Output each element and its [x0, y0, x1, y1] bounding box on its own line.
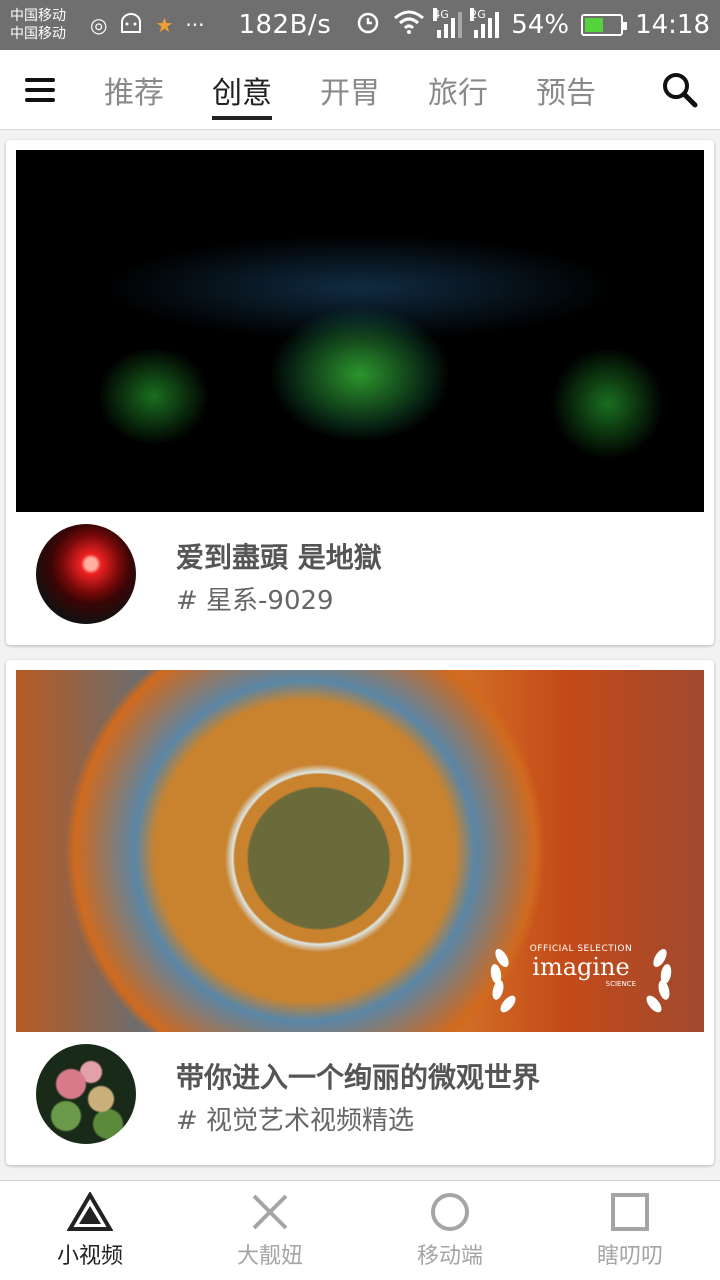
bottom-nav-item-short-video[interactable]: 小视频: [0, 1181, 180, 1280]
video-card[interactable]: 爱到盡頭 是地獄 # 星系-9029: [6, 140, 714, 645]
square-icon: [611, 1192, 649, 1231]
wifi-icon: [393, 10, 425, 41]
search-icon[interactable]: [640, 50, 720, 130]
category-tabs: 推荐 创意 开胃 旅行 预告: [80, 62, 640, 120]
video-tag[interactable]: # 星系-9029: [176, 580, 334, 617]
bottom-nav-label: 移动端: [416, 1243, 483, 1269]
video-card[interactable]: OFFICIAL SELECTION imagine SCIENCE 带你进入一…: [6, 660, 714, 1165]
bottom-nav-label: 小视频: [56, 1243, 123, 1269]
alarm-icon: [355, 9, 381, 42]
star-icon: ★: [155, 13, 174, 37]
signal-4g-label: 4G: [433, 8, 449, 21]
carrier-2: 中国移动: [10, 26, 66, 42]
battery-percent: 54%: [511, 10, 570, 40]
triangle-icon: [67, 1191, 113, 1231]
bottom-nav: 小视频 大靓妞 移动端 瞎叨叨: [0, 1180, 720, 1280]
android-icon: [119, 12, 143, 39]
top-nav: 推荐 创意 开胃 旅行 预告: [0, 50, 720, 130]
bottom-nav-item-mobile[interactable]: 移动端: [360, 1181, 540, 1280]
bottom-nav-label: 大靓妞: [236, 1243, 303, 1269]
avatar[interactable]: [36, 1044, 136, 1144]
circle-icon: [431, 1192, 469, 1231]
net-speed: 182B/s: [238, 10, 332, 40]
signal-2g-icon: 2G: [470, 8, 500, 38]
tab-appetizer[interactable]: 开胃: [320, 62, 380, 118]
signal-2g-label: 2G: [470, 8, 486, 21]
status-bar: 中国移动 中国移动 ◎ ★ ··· 182B/s 4G 2G 54% 14:18: [0, 0, 720, 50]
cross-icon: [252, 1194, 288, 1229]
video-title[interactable]: 爱到盡頭 是地獄: [176, 536, 382, 576]
signal-4g-icon: 4G: [433, 8, 463, 38]
notification-icons: ◎ ★ ···: [90, 12, 204, 39]
bottom-nav-item-chatter[interactable]: 瞎叨叨: [540, 1181, 720, 1280]
bottom-nav-item-beauty[interactable]: 大靓妞: [180, 1181, 360, 1280]
video-thumbnail[interactable]: OFFICIAL SELECTION imagine SCIENCE: [16, 670, 704, 1032]
clock: 14:18: [635, 10, 710, 40]
video-feed: 爱到盡頭 是地獄 # 星系-9029 OFFICIAL SELECTION im…: [0, 130, 720, 1180]
video-title[interactable]: 带你进入一个绚丽的微观世界: [176, 1056, 540, 1096]
tab-trailer[interactable]: 预告: [536, 62, 596, 118]
more-icon: ···: [185, 13, 205, 37]
video-thumbnail[interactable]: [16, 150, 704, 512]
festival-badge: OFFICIAL SELECTION imagine SCIENCE: [486, 938, 676, 1018]
hamburger-icon[interactable]: [0, 50, 80, 130]
carrier-info: 中国移动 中国移动: [10, 7, 80, 43]
carrier-1: 中国移动: [10, 8, 66, 24]
battery-icon: [581, 14, 628, 36]
video-tag[interactable]: # 视觉艺术视频精选: [176, 1100, 414, 1137]
hotspot-icon: ◎: [90, 13, 108, 37]
bottom-nav-label: 瞎叨叨: [596, 1243, 663, 1269]
avatar[interactable]: [36, 524, 136, 624]
battery-fill: [585, 18, 604, 32]
tab-creative[interactable]: 创意: [212, 62, 272, 120]
tab-travel[interactable]: 旅行: [428, 62, 488, 118]
tab-recommend[interactable]: 推荐: [104, 62, 164, 118]
